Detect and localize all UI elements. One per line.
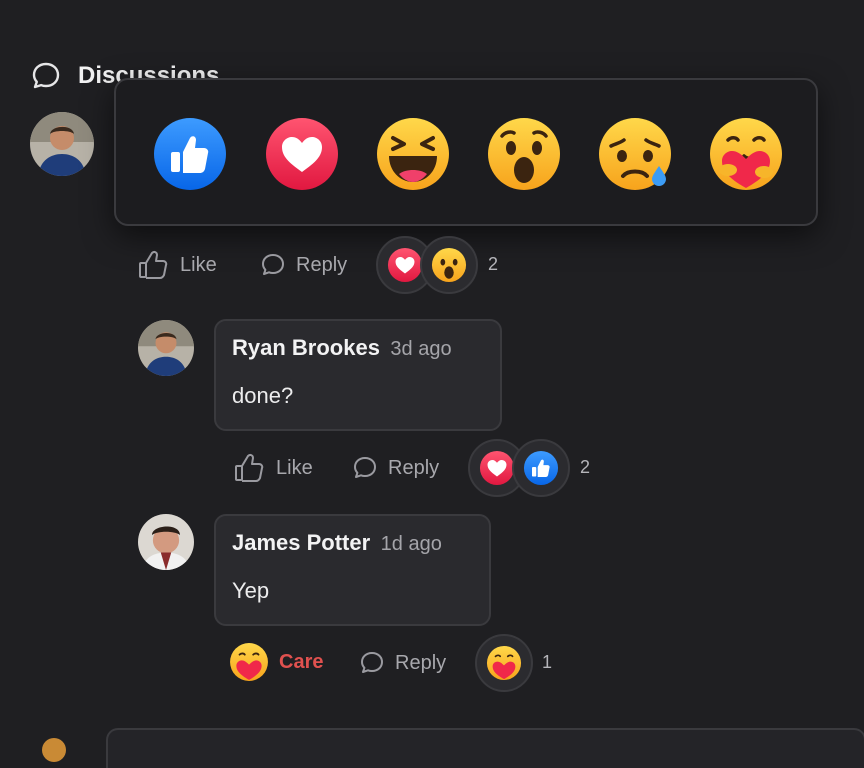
care-reaction-icon [486,645,522,681]
reply-icon [361,652,383,673]
like-label: Like [180,253,217,276]
like-label: Like [276,456,313,479]
reaction-count: 2 [580,457,591,477]
care-reaction-icon[interactable] [708,116,784,192]
care-reaction-icon [230,643,268,681]
love-reaction-icon [387,247,423,283]
reply-button[interactable]: Reply [359,650,446,676]
comment-author[interactable]: Ryan Brookes [232,335,380,360]
sad-reaction-icon[interactable] [597,116,673,192]
thumbs-up-icon [139,250,168,279]
comment-composer[interactable] [106,728,864,768]
reaction-picker [114,78,818,226]
reply-button[interactable]: Reply [352,455,439,481]
avatar [42,738,66,762]
avatar[interactable] [30,112,94,176]
reply-label: Reply [296,253,348,276]
reaction-wow-badge[interactable] [420,236,478,294]
reply-icon [262,254,284,275]
wow-reaction-icon[interactable] [486,116,562,192]
reaction-care-badge[interactable] [475,634,533,692]
love-reaction-icon[interactable] [264,116,340,192]
comment-time: 3d ago [390,338,452,360]
comment-time: 1d ago [380,533,442,555]
comment-bubble: James Potter 1d ago Yep [214,514,491,626]
thumbs-up-icon [235,453,264,482]
haha-reaction-icon[interactable] [375,116,451,192]
like-reaction-icon [523,450,559,486]
comment-text: done? [232,383,294,408]
reaction-count: 2 [488,254,499,274]
care-label: Care [279,650,324,673]
comment-text: Yep [232,578,270,603]
reaction-like-badge[interactable] [512,439,570,497]
discussion-icon [30,60,62,92]
like-button[interactable]: Like [136,248,217,282]
avatar[interactable] [138,514,194,570]
comment-author[interactable]: James Potter [232,530,370,555]
avatar[interactable] [138,320,194,376]
care-button[interactable]: Care [229,642,323,682]
reply-label: Reply [388,456,440,479]
wow-reaction-icon [431,247,467,283]
love-reaction-icon [479,450,515,486]
comment-bubble: Ryan Brookes 3d ago done? [214,319,502,431]
reply-icon [354,457,376,478]
like-button[interactable]: Like [232,451,313,485]
reply-label: Reply [395,651,447,674]
reply-button[interactable]: Reply [260,252,347,278]
reaction-count: 1 [542,652,553,672]
like-reaction-icon[interactable] [152,116,228,192]
